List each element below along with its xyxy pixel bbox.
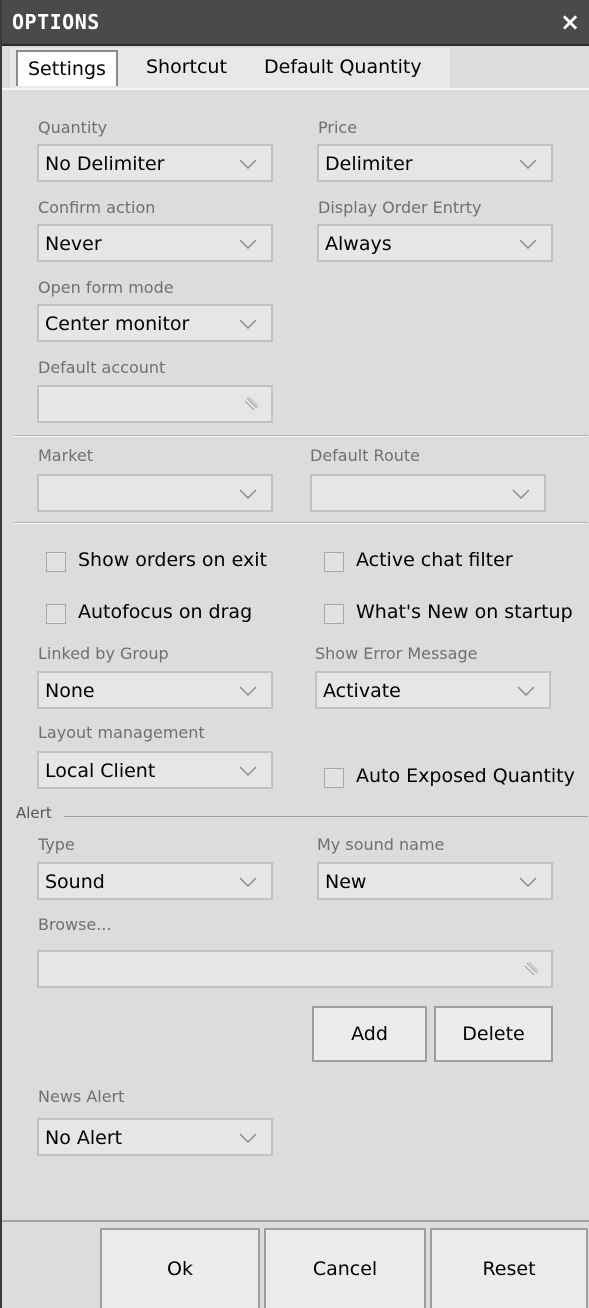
cancel-button[interactable]: Cancel bbox=[264, 1228, 426, 1308]
close-icon[interactable]: × bbox=[557, 8, 583, 36]
checkbox-box bbox=[46, 552, 66, 572]
checkbox-label: Auto Exposed Quantity bbox=[356, 765, 575, 787]
checkbox-label: Active chat filter bbox=[356, 549, 513, 571]
price-select[interactable]: Delimiter bbox=[317, 144, 553, 182]
checkbox-box bbox=[324, 552, 344, 572]
linked-by-group-value: None bbox=[45, 680, 95, 702]
confirm-action-label: Confirm action bbox=[38, 198, 156, 217]
show-error-message-value: Activate bbox=[323, 680, 401, 702]
chevron-down-icon bbox=[239, 1133, 257, 1143]
chevron-down-icon bbox=[519, 239, 537, 249]
alert-type-value: Sound bbox=[45, 871, 105, 893]
options-window: OPTIONS × Settings Shortcut Default Quan… bbox=[0, 0, 589, 1308]
chevron-down-icon bbox=[519, 159, 537, 169]
chevron-down-icon bbox=[517, 686, 535, 696]
open-form-mode-label: Open form mode bbox=[38, 278, 174, 297]
news-alert-select[interactable]: No Alert bbox=[37, 1118, 273, 1156]
checkbox-label: What's New on startup bbox=[356, 601, 573, 623]
add-button[interactable]: Add bbox=[312, 1006, 427, 1062]
resize-grip-icon bbox=[524, 961, 539, 976]
browse-field[interactable] bbox=[37, 950, 553, 988]
ok-button[interactable]: Ok bbox=[100, 1228, 260, 1308]
window-title: OPTIONS bbox=[12, 10, 100, 34]
section-divider bbox=[14, 435, 588, 437]
alert-group-line bbox=[64, 816, 588, 817]
tab-default-quantity[interactable]: Default Quantity bbox=[264, 50, 422, 86]
chevron-down-icon bbox=[239, 319, 257, 329]
market-select[interactable] bbox=[37, 474, 273, 512]
my-sound-name-label: My sound name bbox=[317, 835, 445, 854]
resize-grip-icon bbox=[244, 396, 259, 411]
linked-by-group-label: Linked by Group bbox=[38, 644, 169, 663]
checkbox-label: Autofocus on drag bbox=[78, 601, 253, 623]
checkbox-label: Show orders on exit bbox=[78, 549, 267, 571]
my-sound-name-value: New bbox=[325, 871, 367, 893]
chevron-down-icon bbox=[239, 766, 257, 776]
delete-button[interactable]: Delete bbox=[434, 1006, 553, 1062]
default-account-field[interactable] bbox=[37, 385, 273, 423]
show-error-message-select[interactable]: Activate bbox=[315, 671, 551, 709]
tab-settings[interactable]: Settings bbox=[16, 50, 118, 86]
quantity-label: Quantity bbox=[38, 118, 108, 137]
market-label: Market bbox=[38, 446, 93, 465]
alert-type-select[interactable]: Sound bbox=[37, 862, 273, 900]
display-order-entry-label: Display Order Entrty bbox=[318, 198, 482, 217]
show-error-message-label: Show Error Message bbox=[315, 644, 478, 663]
chevron-down-icon bbox=[239, 686, 257, 696]
default-route-label: Default Route bbox=[310, 446, 420, 465]
browse-label: Browse... bbox=[38, 915, 112, 934]
chevron-down-icon bbox=[239, 877, 257, 887]
quantity-value: No Delimiter bbox=[45, 153, 165, 175]
news-alert-label: News Alert bbox=[38, 1087, 125, 1106]
layout-management-label: Layout management bbox=[38, 723, 205, 742]
confirm-action-value: Never bbox=[45, 233, 102, 255]
chevron-down-icon bbox=[239, 239, 257, 249]
checkbox-box bbox=[324, 604, 344, 624]
chevron-down-icon bbox=[519, 877, 537, 887]
tab-shortcut[interactable]: Shortcut bbox=[146, 50, 227, 86]
default-route-select[interactable] bbox=[310, 474, 546, 512]
chevron-down-icon bbox=[512, 489, 530, 499]
quantity-select[interactable]: No Delimiter bbox=[37, 144, 273, 182]
layout-management-select[interactable]: Local Client bbox=[37, 751, 273, 789]
display-order-entry-select[interactable]: Always bbox=[317, 224, 553, 262]
tab-bar: Settings Shortcut Default Quantity bbox=[2, 46, 589, 90]
checkbox-box bbox=[46, 604, 66, 624]
linked-by-group-select[interactable]: None bbox=[37, 671, 273, 709]
reset-button[interactable]: Reset bbox=[430, 1228, 588, 1308]
confirm-action-select[interactable]: Never bbox=[37, 224, 273, 262]
display-order-entry-value: Always bbox=[325, 233, 392, 255]
open-form-mode-value: Center monitor bbox=[45, 313, 190, 335]
open-form-mode-select[interactable]: Center monitor bbox=[37, 304, 273, 342]
chevron-down-icon bbox=[239, 159, 257, 169]
title-bar[interactable]: OPTIONS × bbox=[2, 0, 589, 46]
alert-type-label: Type bbox=[38, 835, 75, 854]
checkbox-box bbox=[324, 768, 344, 788]
my-sound-name-select[interactable]: New bbox=[317, 862, 553, 900]
price-value: Delimiter bbox=[325, 153, 413, 175]
layout-management-value: Local Client bbox=[45, 760, 156, 782]
alert-group-title: Alert bbox=[16, 804, 58, 822]
dialog-footer: Ok Cancel Reset bbox=[2, 1220, 589, 1308]
price-label: Price bbox=[318, 118, 358, 137]
news-alert-value: No Alert bbox=[45, 1127, 123, 1149]
section-divider bbox=[14, 522, 588, 524]
chevron-down-icon bbox=[239, 489, 257, 499]
default-account-label: Default account bbox=[38, 358, 166, 377]
